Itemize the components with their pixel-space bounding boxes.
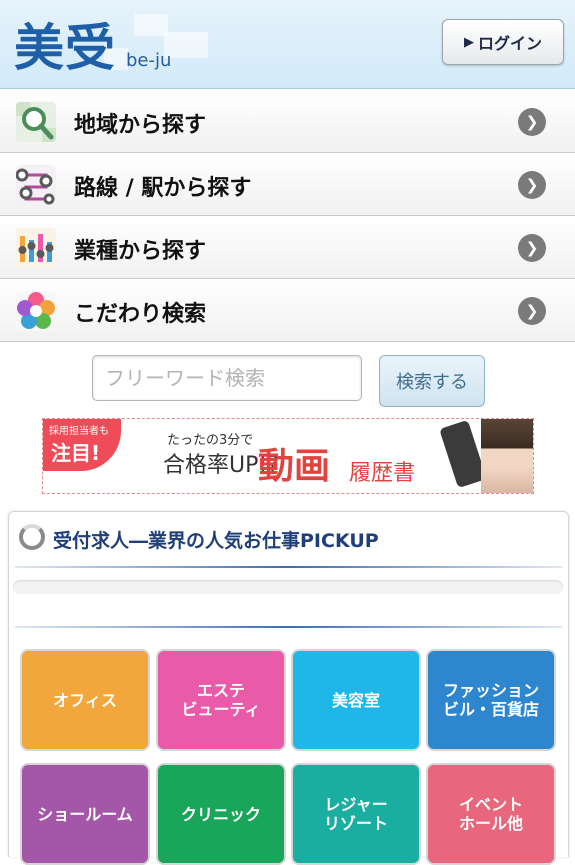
banner-tail-text: 履歴書	[349, 461, 416, 486]
chevron-right-icon: ❯	[518, 234, 546, 262]
category-leisure-resort[interactable]: レジャー リゾート	[291, 763, 421, 865]
login-label: ログイン	[477, 34, 542, 53]
person-photo	[481, 419, 533, 493]
logo-decoration	[134, 14, 168, 36]
pickup-title: 受付求人―業界の人気お仕事PICKUP	[53, 530, 379, 552]
menu-item-area[interactable]: 地域から探す ❯	[0, 90, 575, 153]
category-showroom[interactable]: ショールーム	[20, 763, 150, 865]
search-input[interactable]	[92, 355, 362, 401]
header-bar: 美受 be-ju ▶ ログイン	[0, 0, 575, 89]
menu-label: 路線 / 駅から探す	[74, 176, 252, 201]
video-resume-banner[interactable]: 採用担当者も 注目! たったの3分で 合格率UP!? 動画 履歴書	[42, 418, 534, 494]
search-button[interactable]: 検索する	[379, 355, 485, 407]
category-hair-salon[interactable]: 美容室	[291, 649, 421, 751]
divider	[15, 626, 562, 628]
pickup-content-bar	[13, 580, 563, 594]
chevron-right-icon: ❯	[518, 171, 546, 199]
site-logo[interactable]: 美受 be-ju	[14, 8, 214, 80]
menu-label: こだわり検索	[74, 302, 207, 327]
menu-label: 地域から探す	[74, 113, 207, 138]
category-office[interactable]: オフィス	[20, 649, 150, 751]
menu-label: 業種から探す	[74, 239, 207, 264]
banner-badge: 採用担当者も 注目!	[43, 419, 121, 471]
chevron-right-icon: ❯	[518, 297, 546, 325]
pickup-panel: 受付求人―業界の人気お仕事PICKUP オフィス エステ ビューティ 美容室 フ…	[8, 511, 569, 865]
category-esthetic-beauty[interactable]: エステ ビューティ	[156, 649, 286, 751]
logo-text: 美受	[14, 18, 116, 77]
login-button[interactable]: ▶ ログイン	[442, 19, 564, 65]
banner-small-text: たったの3分で	[167, 433, 254, 448]
badge-big-text: 注目!	[51, 441, 101, 465]
map-search-icon	[16, 102, 56, 142]
category-fashion-department[interactable]: ファッション ビル・百貨店	[426, 649, 556, 751]
category-event-hall[interactable]: イベント ホール他	[426, 763, 556, 865]
menu-item-route[interactable]: 路線 / 駅から探す ❯	[0, 153, 575, 216]
category-clinic[interactable]: クリニック	[156, 763, 286, 865]
logo-subtext: be-ju	[126, 50, 172, 71]
smartphone-image	[439, 419, 487, 489]
menu-item-preference[interactable]: こだわり検索 ❯	[0, 279, 575, 342]
menu-item-industry[interactable]: 業種から探す ❯	[0, 216, 575, 279]
loading-ring-icon	[19, 524, 45, 550]
play-triangle-icon: ▶	[463, 34, 474, 50]
industry-bars-icon	[16, 228, 56, 268]
banner-big-text: 動画	[258, 446, 331, 487]
divider	[15, 566, 562, 568]
flower-icon	[16, 291, 56, 331]
train-route-icon	[16, 165, 56, 205]
badge-small-text: 採用担当者も	[49, 426, 109, 437]
search-menu: 地域から探す ❯ 路線 / 駅から探す ❯ 業種から探す ❯ こだわり検索 ❯	[0, 90, 575, 342]
chevron-right-icon: ❯	[518, 108, 546, 136]
